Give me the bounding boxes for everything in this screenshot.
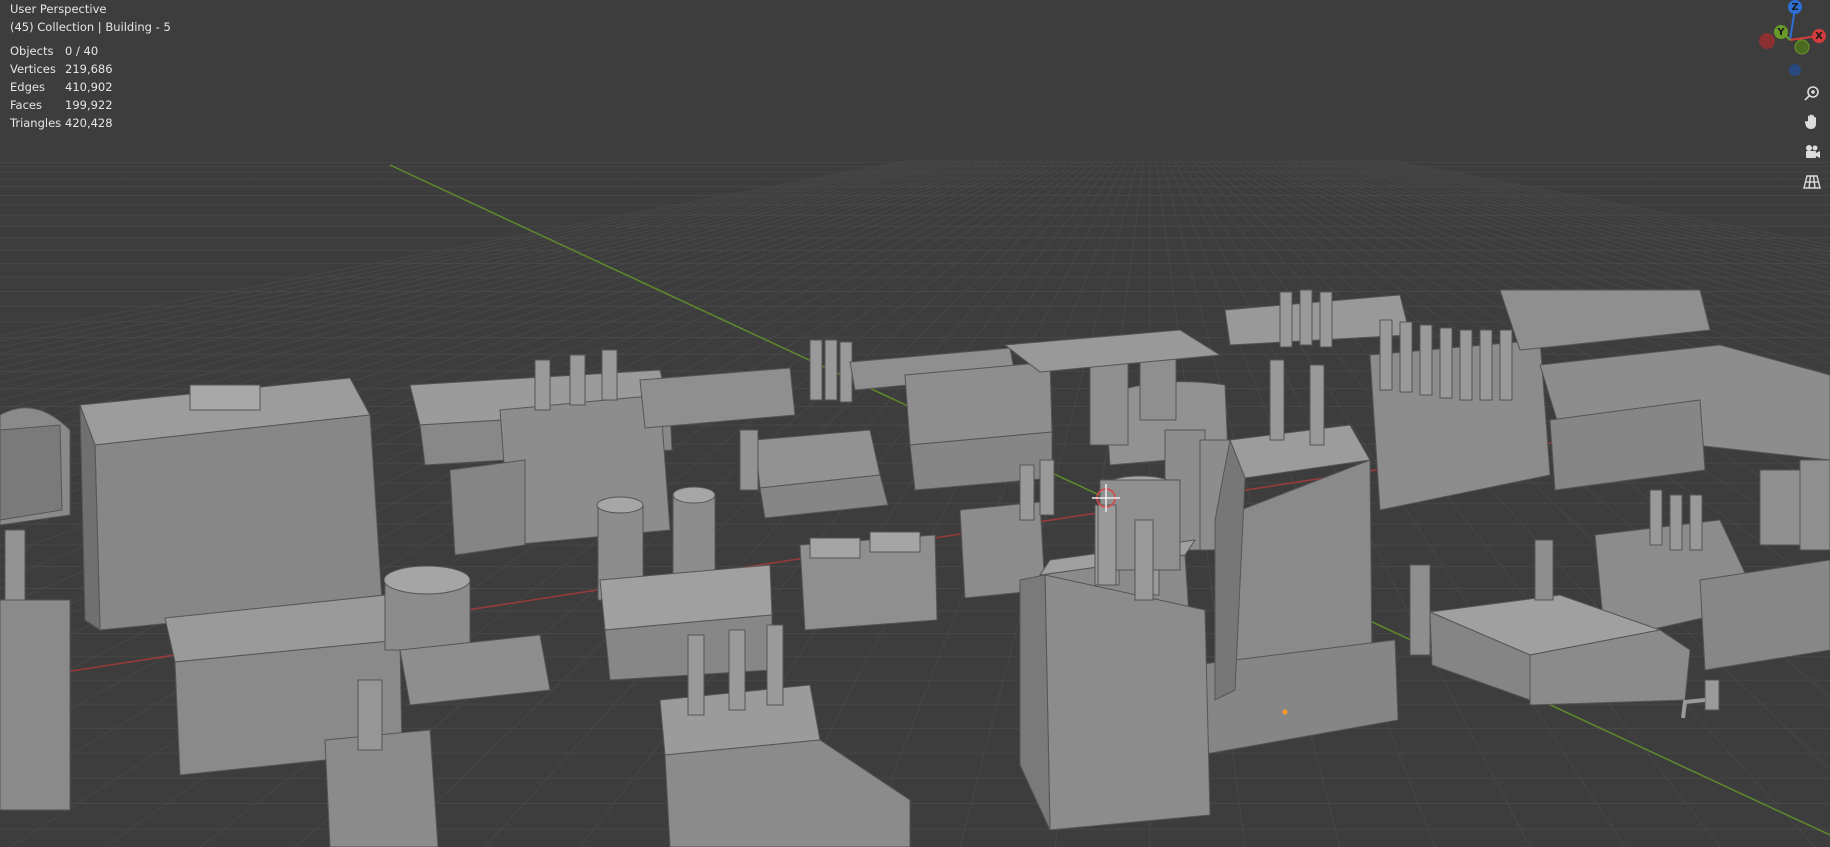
stat-row: Edges 410,902 [10, 78, 171, 96]
neg-z-axis-dot[interactable] [1789, 64, 1801, 76]
stat-value: 0 / 40 [65, 44, 99, 58]
z-axis-button[interactable]: Z [1788, 0, 1802, 14]
stat-value: 420,428 [65, 116, 113, 130]
stat-label: Faces [10, 98, 42, 112]
origin-point [1282, 709, 1288, 715]
neg-x-axis-dot[interactable] [1759, 33, 1775, 49]
grid-ortho-icon[interactable] [1800, 170, 1824, 194]
stat-row: Faces 199,922 [10, 96, 171, 114]
collection-info: (45) Collection | Building - 5 [10, 20, 171, 34]
neg-y-axis-dot[interactable] [1794, 39, 1810, 55]
viewport-info-overlay: User Perspective (45) Collection | Build… [10, 0, 171, 132]
x-axis-button[interactable]: X [1812, 29, 1826, 43]
stat-label: Edges [10, 80, 45, 94]
stat-label: Objects [10, 44, 54, 58]
stat-value: 219,686 [65, 62, 113, 76]
twin-cubes[interactable] [799, 531, 938, 631]
y-axis-button[interactable]: Y [1774, 25, 1788, 39]
dome-building[interactable] [0, 407, 71, 526]
camera-view-icon[interactable] [1800, 140, 1824, 164]
3d-viewport[interactable] [0, 0, 1830, 847]
stat-value: 199,922 [65, 98, 113, 112]
roof-grid-building[interactable] [599, 564, 773, 681]
zoom-icon[interactable] [1800, 82, 1824, 106]
navigation-gizmo-area: Z Y X [1740, 0, 1830, 200]
stat-value: 410,902 [65, 80, 113, 94]
scene-statistics: Objects 0 / 40 Vertices 219,686 Edges 41… [10, 42, 171, 132]
stat-label: Vertices [10, 62, 56, 76]
stat-label: Triangles [10, 116, 62, 130]
stat-row: Triangles 420,428 [10, 114, 171, 132]
hand-pan-icon[interactable] [1800, 110, 1824, 134]
view-name: User Perspective [10, 2, 107, 16]
stat-row: Vertices 219,686 [10, 60, 171, 78]
tall-warehouse[interactable] [79, 377, 383, 631]
stat-row: Objects 0 / 40 [10, 42, 171, 60]
